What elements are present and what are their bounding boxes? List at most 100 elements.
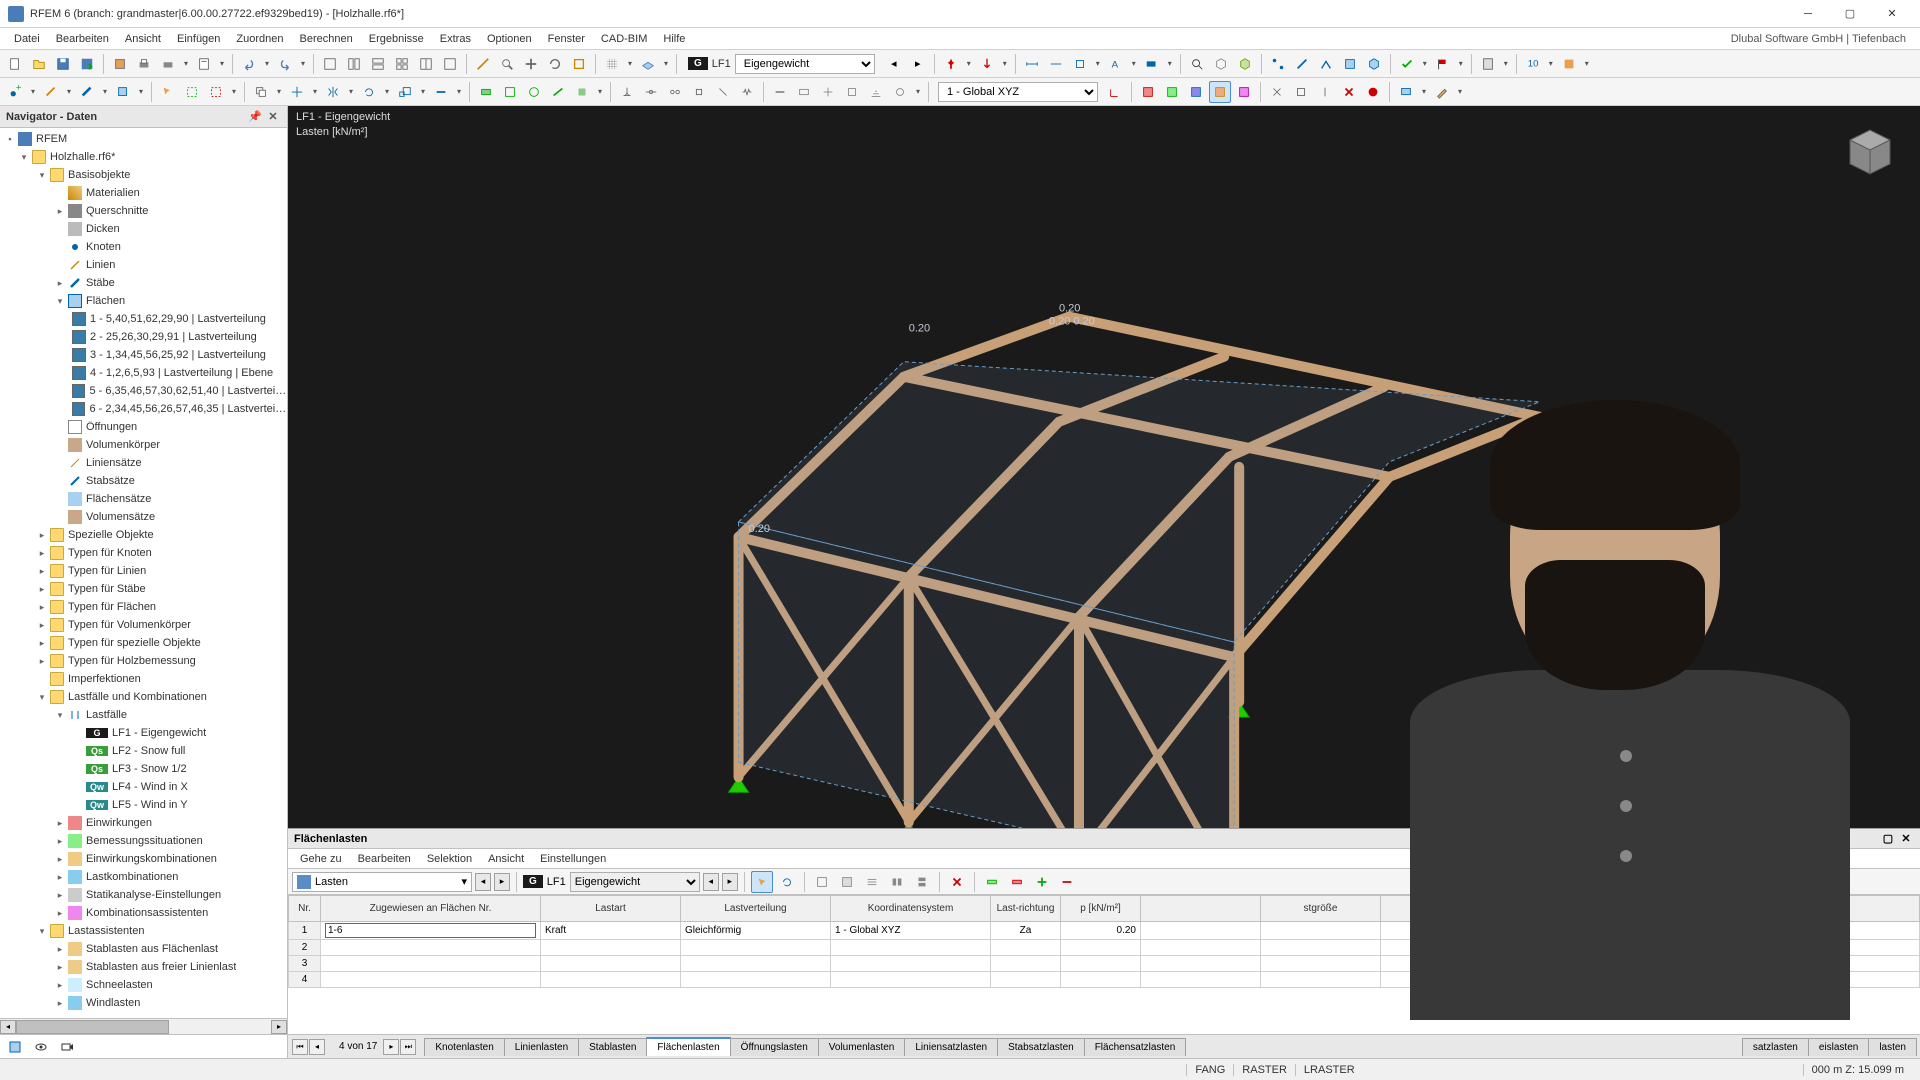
menu-einfuegen[interactable]: Einfügen (169, 30, 228, 48)
pin-icon[interactable]: 📌 (247, 109, 263, 125)
status-raster[interactable]: RASTER (1233, 1064, 1295, 1076)
tree-root[interactable]: ▪RFEM (0, 130, 287, 148)
tree-knoten[interactable]: Knoten (0, 238, 287, 256)
surf-add-icon[interactable] (112, 81, 134, 103)
tree-liniensaetze[interactable]: Liniensätze (0, 454, 287, 472)
menu-extras[interactable]: Extras (432, 30, 479, 48)
g2-icon[interactable] (499, 81, 521, 103)
minimize-button[interactable]: ─ (1788, 2, 1828, 26)
spring-icon[interactable] (736, 81, 758, 103)
measure-icon[interactable] (472, 53, 494, 75)
v5-icon[interactable] (1233, 81, 1255, 103)
report-dropdown[interactable]: ▾ (217, 59, 227, 68)
redo-icon[interactable] (274, 53, 296, 75)
tree-stabfl[interactable]: ▸Stablasten aus Flächenlast (0, 940, 287, 958)
sel2-icon[interactable] (181, 81, 203, 103)
pan-icon[interactable] (520, 53, 542, 75)
tb-addrow-icon[interactable] (981, 871, 1003, 893)
tab-r2[interactable]: eislasten (1808, 1038, 1869, 1056)
col-p[interactable]: p [kN/m²] (1061, 896, 1141, 922)
tree-lc-2[interactable]: QsLF2 - Snow full (0, 742, 287, 760)
tb-a-icon[interactable] (811, 871, 833, 893)
tree-lc-1[interactable]: GLF1 - Eigengewicht (0, 724, 287, 742)
assigned-input[interactable] (325, 923, 536, 938)
lc-next-icon[interactable]: ▸ (907, 53, 929, 75)
tree-materialien[interactable]: Materialien (0, 184, 287, 202)
tab-r3[interactable]: lasten (1868, 1038, 1917, 1056)
bottom-lf-select[interactable]: Eigengewicht (570, 872, 700, 892)
fit-icon[interactable] (568, 53, 590, 75)
col-loaddist[interactable]: Lastverteilung (681, 896, 831, 922)
lf-prev[interactable]: ◂ (703, 873, 719, 891)
menu-fenster[interactable]: Fenster (540, 30, 593, 48)
h6-icon[interactable] (889, 81, 911, 103)
cat-next[interactable]: ▸ (494, 873, 510, 891)
global-cs-select[interactable]: 1 - Global XYZ (938, 82, 1098, 102)
bmenu-geheu[interactable]: Gehe zu (292, 851, 350, 867)
release-icon[interactable] (688, 81, 710, 103)
tree-typholz[interactable]: ▸Typen für Holzbemessung (0, 652, 287, 670)
move-icon[interactable] (286, 81, 308, 103)
tab-next[interactable]: ▸ (383, 1039, 399, 1055)
tree-staebe[interactable]: ▸Stäbe (0, 274, 287, 292)
tree-lastkomb[interactable]: ▸Lastkombinationen (0, 868, 287, 886)
tree-lc-3[interactable]: QsLF3 - Snow 1/2 (0, 760, 287, 778)
tab-oeffnungslasten[interactable]: Öffnungslasten (730, 1038, 819, 1056)
stop-icon[interactable] (1362, 81, 1384, 103)
menu-hilfe[interactable]: Hilfe (655, 30, 693, 48)
force-icon[interactable] (976, 53, 998, 75)
tab-last[interactable]: ⏭ (400, 1039, 416, 1055)
tree-lfk[interactable]: ▾Lastfälle und Kombinationen (0, 688, 287, 706)
layout4-icon[interactable] (391, 53, 413, 75)
col-size[interactable]: stgröße (1261, 896, 1381, 922)
tb-b-icon[interactable] (836, 871, 858, 893)
dim1-icon[interactable] (1021, 53, 1043, 75)
tree-typlinien[interactable]: ▸Typen für Linien (0, 562, 287, 580)
mirror-icon[interactable] (322, 81, 344, 103)
node-add-icon[interactable]: + (4, 81, 26, 103)
sel3-icon[interactable] (205, 81, 227, 103)
tree-basisobjekte[interactable]: ▾Basisobjekte (0, 166, 287, 184)
s5-icon[interactable] (1363, 53, 1385, 75)
tree-surf-1[interactable]: 1 - 5,40,51,62,29,90 | Lastverteilung (0, 310, 287, 328)
tab-stablasten[interactable]: Stablasten (578, 1038, 647, 1056)
tree-oeffnungen[interactable]: Öffnungen (0, 418, 287, 436)
find-icon[interactable] (1186, 53, 1208, 75)
menu-zuordnen[interactable]: Zuordnen (228, 30, 291, 48)
tab-liniensatzlasten[interactable]: Liniensatzlasten (904, 1038, 998, 1056)
saveas-icon[interactable] (76, 53, 98, 75)
layout3-icon[interactable] (367, 53, 389, 75)
s3-icon[interactable] (1315, 53, 1337, 75)
member-add-icon[interactable] (76, 81, 98, 103)
nav-cube[interactable] (1838, 118, 1902, 182)
tree-einwirkungen[interactable]: ▸Einwirkungen (0, 814, 287, 832)
tree-typstaebe[interactable]: ▸Typen für Stäbe (0, 580, 287, 598)
navigator-tree[interactable]: ▪RFEM ▾Holzhalle.rf6* ▾Basisobjekte Mate… (0, 128, 287, 1018)
opt-icon[interactable] (1558, 53, 1580, 75)
autorefresh-icon[interactable] (776, 871, 798, 893)
copy-icon[interactable] (250, 81, 272, 103)
col-assigned[interactable]: Zugewiesen an Flächen Nr. (321, 896, 541, 922)
status-fang[interactable]: FANG (1186, 1064, 1233, 1076)
nav-data-icon[interactable] (4, 1037, 26, 1057)
tree-kombass[interactable]: ▸Kombinationsassistenten (0, 904, 287, 922)
scale-icon[interactable] (394, 81, 416, 103)
nav-eye-icon[interactable] (30, 1037, 52, 1057)
tree-imperfektionen[interactable]: Imperfektionen (0, 670, 287, 688)
menu-cadbim[interactable]: CAD-BIM (593, 30, 655, 48)
pick-icon[interactable] (751, 871, 773, 893)
tb-d-icon[interactable] (886, 871, 908, 893)
workplane-icon[interactable] (637, 53, 659, 75)
rotate-icon[interactable] (544, 53, 566, 75)
bmenu-selektion[interactable]: Selektion (419, 851, 480, 867)
h2-icon[interactable] (793, 81, 815, 103)
tab-flaechenlasten[interactable]: Flächenlasten (646, 1037, 730, 1056)
tree-statik[interactable]: ▸Statikanalyse-Einstellungen (0, 886, 287, 904)
box1-icon[interactable] (1210, 53, 1232, 75)
tab-flaechensatz[interactable]: Flächensatzlasten (1084, 1038, 1187, 1056)
col-dir[interactable]: Last-richtung (991, 896, 1061, 922)
pin-icon[interactable] (940, 53, 962, 75)
layout5-icon[interactable] (415, 53, 437, 75)
nav-cam-icon[interactable] (56, 1037, 78, 1057)
lf-next[interactable]: ▸ (722, 873, 738, 891)
